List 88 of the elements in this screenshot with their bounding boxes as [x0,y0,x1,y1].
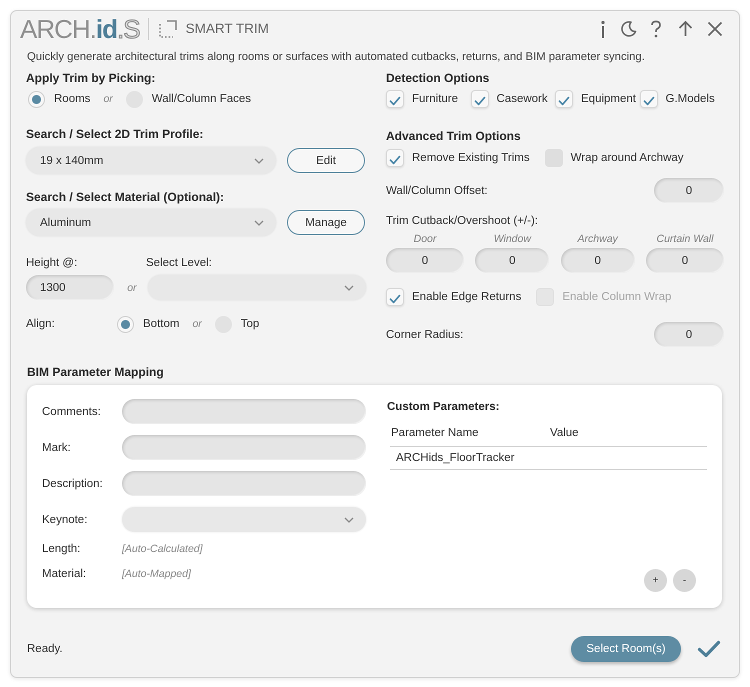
chevron-down-icon [344,284,354,290]
text-field[interactable] [122,471,366,496]
checkbox[interactable] [386,149,404,167]
checkbox-label[interactable]: Casework [496,93,548,105]
help-icon[interactable] [650,20,662,38]
dashed-square-icon [158,18,178,38]
check-icon [474,96,486,106]
status-text: Ready. [27,643,64,655]
checkbox[interactable] [640,90,658,108]
field-label: Comments: [42,406,102,418]
field-label: Material: [42,568,88,580]
check-icon [389,96,401,106]
description-text: Quickly generate architectural trims along rooms or surfaces with automated cutbacks, returns, and BIM parameter syncing. [27,50,646,65]
radio-label[interactable]: Rooms [54,93,90,105]
radio-label[interactable]: Wall/Column Faces [152,93,252,105]
moon-icon[interactable] [620,20,637,37]
field-caption: Archway [576,232,620,246]
check-icon [389,294,401,304]
field-caption: Door [412,232,438,246]
check-icon [642,96,654,106]
number-field[interactable]: 0 [646,248,724,273]
checkbox-label[interactable]: Enable Edge Returns [412,291,522,303]
app-logo: ARCH.id.S [20,14,140,44]
checkbox-label[interactable]: Equipment [581,93,636,105]
number-field[interactable]: 1300 [26,275,114,300]
field-label: Search / Select 2D Trim Profile: [26,126,204,142]
section-heading: BIM Parameter Mapping [27,364,165,380]
field-label: Select Level: [146,257,212,269]
number-field[interactable]: 0 [560,248,635,273]
separator-label: or [192,318,202,330]
column-header: Value [549,427,580,439]
field-label: Search / Select Material (Optional): [26,189,226,205]
field-label: Length: [42,543,82,555]
chevron-down-icon [254,158,264,164]
field-label: Keynote: [42,514,88,526]
checkbox-label[interactable]: Remove Existing Trims [412,152,530,164]
edit-button[interactable]: Edit [287,148,365,173]
radio-button[interactable] [28,90,45,108]
dropdown[interactable]: 19 x 140mm [26,147,276,174]
text-field[interactable] [122,399,366,424]
field-label: Align: [26,318,56,330]
auto-value: [Auto-Mapped] [122,568,191,580]
info-icon[interactable] [600,20,606,38]
number-field[interactable]: 0 [386,248,464,273]
field-label: Mark: [42,442,72,454]
add-button[interactable]: + [644,569,667,592]
arrow-up-icon[interactable] [678,20,693,37]
app-title: SMART TRIM [186,21,269,36]
close-icon[interactable] [707,20,723,36]
number-field[interactable]: 0 [475,248,550,273]
radio-label[interactable]: Top [240,318,260,330]
separator-label: or [127,282,137,294]
number-field[interactable]: 0 [654,322,724,347]
table-cell[interactable]: ARCHids_FloorTracker [390,452,549,464]
manage-button[interactable]: Manage [287,210,365,235]
column-header: Parameter Name [390,427,480,439]
field-label: Wall/Column Offset: [386,184,488,196]
chevron-down-icon [254,220,264,226]
checkbox[interactable] [470,90,488,108]
checkbox-label[interactable]: Wrap around Archway [570,152,684,164]
checkbox[interactable] [386,288,404,306]
select-rooms-button[interactable]: Select Room(s) [571,636,681,662]
field-caption: Window [492,232,532,246]
chevron-down-icon [344,516,354,522]
field-label: Trim Cutback/Overshoot (+/-): [386,214,539,229]
separator-label: or [103,93,113,105]
checkmark-icon[interactable] [697,640,721,658]
field-label: Corner Radius: [386,328,464,340]
remove-button[interactable]: - [673,569,696,592]
table-title: Custom Parameters: [387,400,500,415]
dropdown[interactable]: Aluminum [26,209,276,236]
checkbox[interactable] [386,90,404,108]
field-label: Height @: [26,257,78,269]
section-heading: Apply Trim by Picking: [26,70,156,86]
checkbox-label[interactable]: Furniture [412,93,458,105]
check-icon [558,96,570,106]
radio-label[interactable]: Bottom [143,318,180,330]
check-icon [389,154,401,164]
section-heading: Detection Options [386,70,490,86]
checkbox-label[interactable]: G.Models [666,93,715,105]
number-field[interactable]: 0 [654,178,724,203]
checkbox[interactable] [555,90,573,108]
field-label: Description: [42,478,104,490]
auto-value: [Auto-Calculated] [122,543,203,555]
field-caption: Curtain Wall [655,232,715,246]
section-heading: Advanced Trim Options [386,128,522,144]
text-field[interactable] [122,435,366,460]
radio-button[interactable] [117,316,134,332]
